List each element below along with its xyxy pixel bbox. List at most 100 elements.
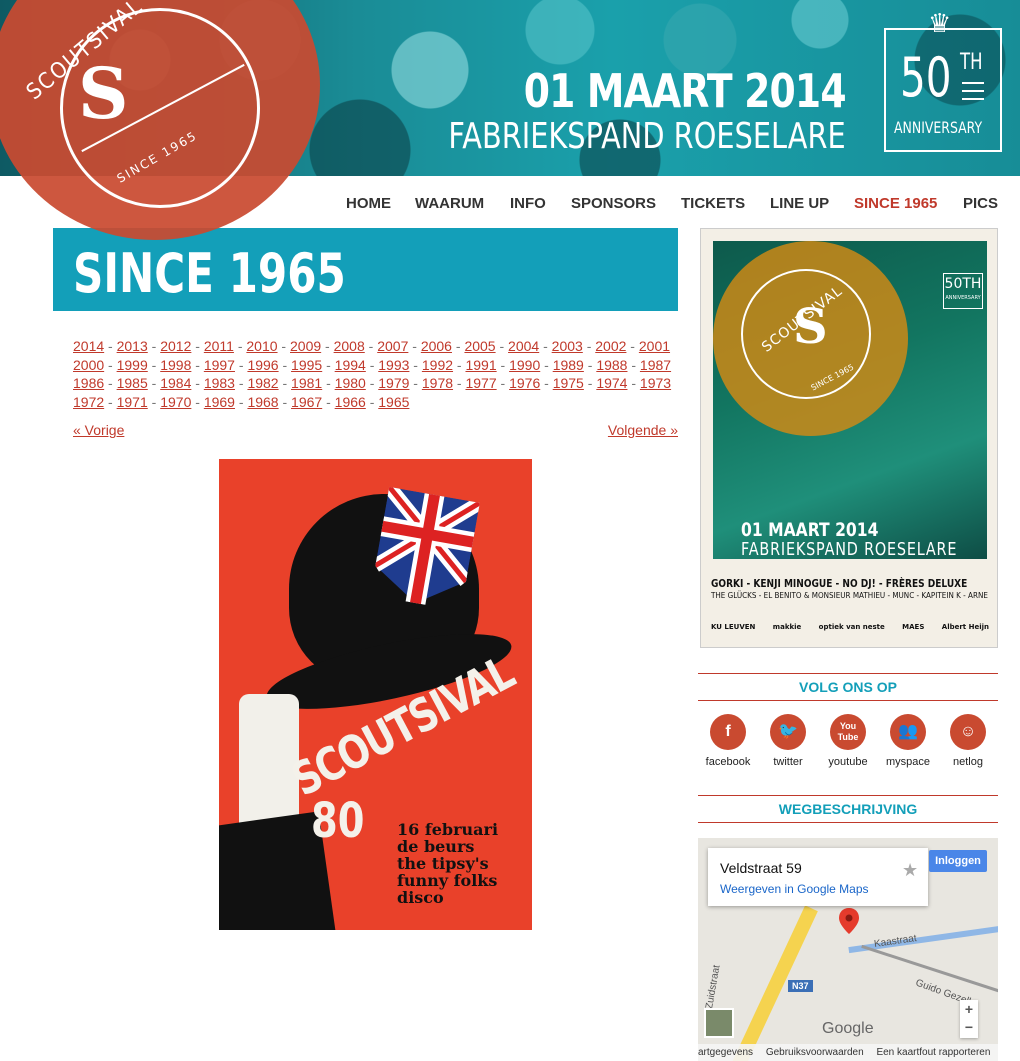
- year-link[interactable]: 2002: [595, 338, 626, 354]
- year-link[interactable]: 2004: [508, 338, 539, 354]
- year-link[interactable]: 1977: [465, 375, 496, 391]
- year-link[interactable]: 2000: [73, 357, 104, 373]
- view-in-google-maps-link[interactable]: Weergeven in Google Maps: [720, 882, 869, 896]
- year-link[interactable]: 1965: [378, 394, 409, 410]
- year-link[interactable]: 1968: [247, 394, 278, 410]
- nav-info[interactable]: INFO: [510, 195, 546, 212]
- year-separator: -: [191, 375, 204, 392]
- nav-home[interactable]: HOME: [346, 195, 391, 212]
- nav-pics[interactable]: PICS: [963, 195, 998, 212]
- year-link[interactable]: 1984: [160, 375, 191, 391]
- year-link[interactable]: 2013: [117, 338, 148, 354]
- year-link[interactable]: 2003: [552, 338, 583, 354]
- year-link[interactable]: 1974: [596, 375, 627, 391]
- nav-sponsors[interactable]: SPONSORS: [571, 195, 656, 212]
- year-link[interactable]: 1987: [640, 357, 671, 373]
- year-link[interactable]: 1971: [117, 394, 148, 410]
- social-label: myspace: [885, 756, 931, 768]
- social-youtube[interactable]: You Tube youtube: [818, 714, 878, 768]
- year-link[interactable]: 1975: [553, 375, 584, 391]
- map-footer-item[interactable]: Een kaartfout rapporteren: [876, 1047, 990, 1058]
- social-twitter[interactable]: 🐦 twitter: [758, 714, 818, 768]
- year-link[interactable]: 1982: [247, 375, 278, 391]
- year-link[interactable]: 1967: [291, 394, 322, 410]
- year-link[interactable]: 1981: [291, 375, 322, 391]
- year-link[interactable]: 2007: [377, 338, 408, 354]
- map-login-button[interactable]: Inloggen: [929, 850, 987, 872]
- anniversary-number: 50: [900, 46, 952, 109]
- year-link[interactable]: 1999: [117, 357, 148, 373]
- map-address: Veldstraat 59: [720, 860, 802, 876]
- year-link[interactable]: 1970: [160, 394, 191, 410]
- zoom-out-button[interactable]: −: [960, 1018, 978, 1036]
- event-poster[interactable]: S SCOUTSIVAL SINCE 1965 50TH ANNIVERSARY …: [700, 228, 998, 648]
- year-separator: -: [147, 393, 161, 410]
- nav-waarom[interactable]: WAARUM: [415, 195, 484, 212]
- year-link[interactable]: 2008: [334, 338, 365, 354]
- sponsor-logo: Albert Heijn: [941, 623, 989, 631]
- year-link[interactable]: 1979: [378, 375, 409, 391]
- social-facebook[interactable]: f facebook: [698, 714, 758, 768]
- social-label: facebook: [705, 756, 751, 768]
- site-logo[interactable]: S SCOUTSIVAL SINCE 1965: [0, 0, 320, 240]
- year-link[interactable]: 2014: [73, 338, 104, 354]
- year-link[interactable]: 1983: [204, 375, 235, 391]
- year-link[interactable]: 2010: [246, 338, 277, 354]
- nav-tickets[interactable]: TICKETS: [681, 195, 745, 212]
- year-link[interactable]: 1995: [291, 357, 322, 373]
- social-label: youtube: [828, 756, 868, 768]
- year-separator: -: [104, 356, 117, 373]
- year-link[interactable]: 1966: [335, 394, 366, 410]
- zoom-in-button[interactable]: +: [960, 1000, 978, 1018]
- directions-heading: WEGBESCHRIJVING: [698, 795, 998, 823]
- year-link[interactable]: 2011: [204, 338, 234, 354]
- year-link[interactable]: 1993: [378, 357, 409, 373]
- anniversary-badge: ♛ 50 TH ANNIVERSARY: [884, 10, 1002, 152]
- map-footer-item[interactable]: artgegevens: [698, 1047, 753, 1058]
- year-separator: -: [322, 393, 335, 410]
- year-separator: -: [277, 338, 290, 354]
- year-link[interactable]: 1996: [247, 357, 278, 373]
- year-link[interactable]: 1990: [509, 357, 540, 373]
- year-link[interactable]: 1988: [596, 357, 627, 373]
- year-link[interactable]: 2005: [464, 338, 495, 354]
- year-link[interactable]: 2009: [290, 338, 321, 354]
- social-label: netlog: [953, 756, 983, 768]
- year-separator: -: [626, 338, 639, 354]
- year-separator: -: [234, 375, 248, 392]
- map-pin-icon[interactable]: [839, 908, 859, 934]
- year-link[interactable]: 1976: [509, 375, 540, 391]
- year-link[interactable]: 1973: [640, 375, 671, 391]
- year-separator: -: [191, 356, 204, 373]
- map-footer-item[interactable]: Gebruiksvoorwaarden: [766, 1047, 864, 1058]
- year-link[interactable]: 1978: [422, 375, 453, 391]
- year-link[interactable]: 1985: [117, 375, 148, 391]
- nav-since-1965[interactable]: SINCE 1965: [854, 195, 937, 212]
- year-link[interactable]: 2012: [160, 338, 191, 354]
- social-myspace[interactable]: 👥 myspace: [878, 714, 938, 768]
- year-link[interactable]: 1989: [553, 357, 584, 373]
- next-link[interactable]: Volgende »: [608, 422, 678, 438]
- nav-line-up[interactable]: LINE UP: [770, 195, 829, 212]
- star-icon[interactable]: ★: [902, 860, 918, 881]
- year-link[interactable]: 1969: [204, 394, 235, 410]
- year-separator: -: [539, 338, 552, 354]
- previous-link[interactable]: « Vorige: [73, 422, 124, 438]
- youtube-icon: You Tube: [830, 714, 866, 750]
- year-link[interactable]: 1992: [422, 357, 453, 373]
- map-satellite-toggle[interactable]: [704, 1008, 734, 1038]
- year-separator: -: [496, 375, 510, 392]
- year-link[interactable]: 1986: [73, 375, 104, 391]
- year-link[interactable]: 1991: [465, 357, 496, 373]
- map-street-label: Kaastraat: [873, 933, 918, 950]
- year-link[interactable]: 2006: [421, 338, 452, 354]
- year-link[interactable]: 1997: [204, 357, 235, 373]
- google-map[interactable]: Kaastraat Zuidstraat Guido Gezelle N37 V…: [698, 838, 998, 1061]
- year-link[interactable]: 1972: [73, 394, 104, 410]
- year-link[interactable]: 1994: [335, 357, 366, 373]
- year-link[interactable]: 2001: [639, 338, 670, 354]
- poster-photo: S SCOUTSIVAL SINCE 1965 50TH ANNIVERSARY …: [713, 241, 987, 560]
- social-netlog[interactable]: ☺ netlog: [938, 714, 998, 768]
- year-link[interactable]: 1998: [160, 357, 191, 373]
- year-link[interactable]: 1980: [335, 375, 366, 391]
